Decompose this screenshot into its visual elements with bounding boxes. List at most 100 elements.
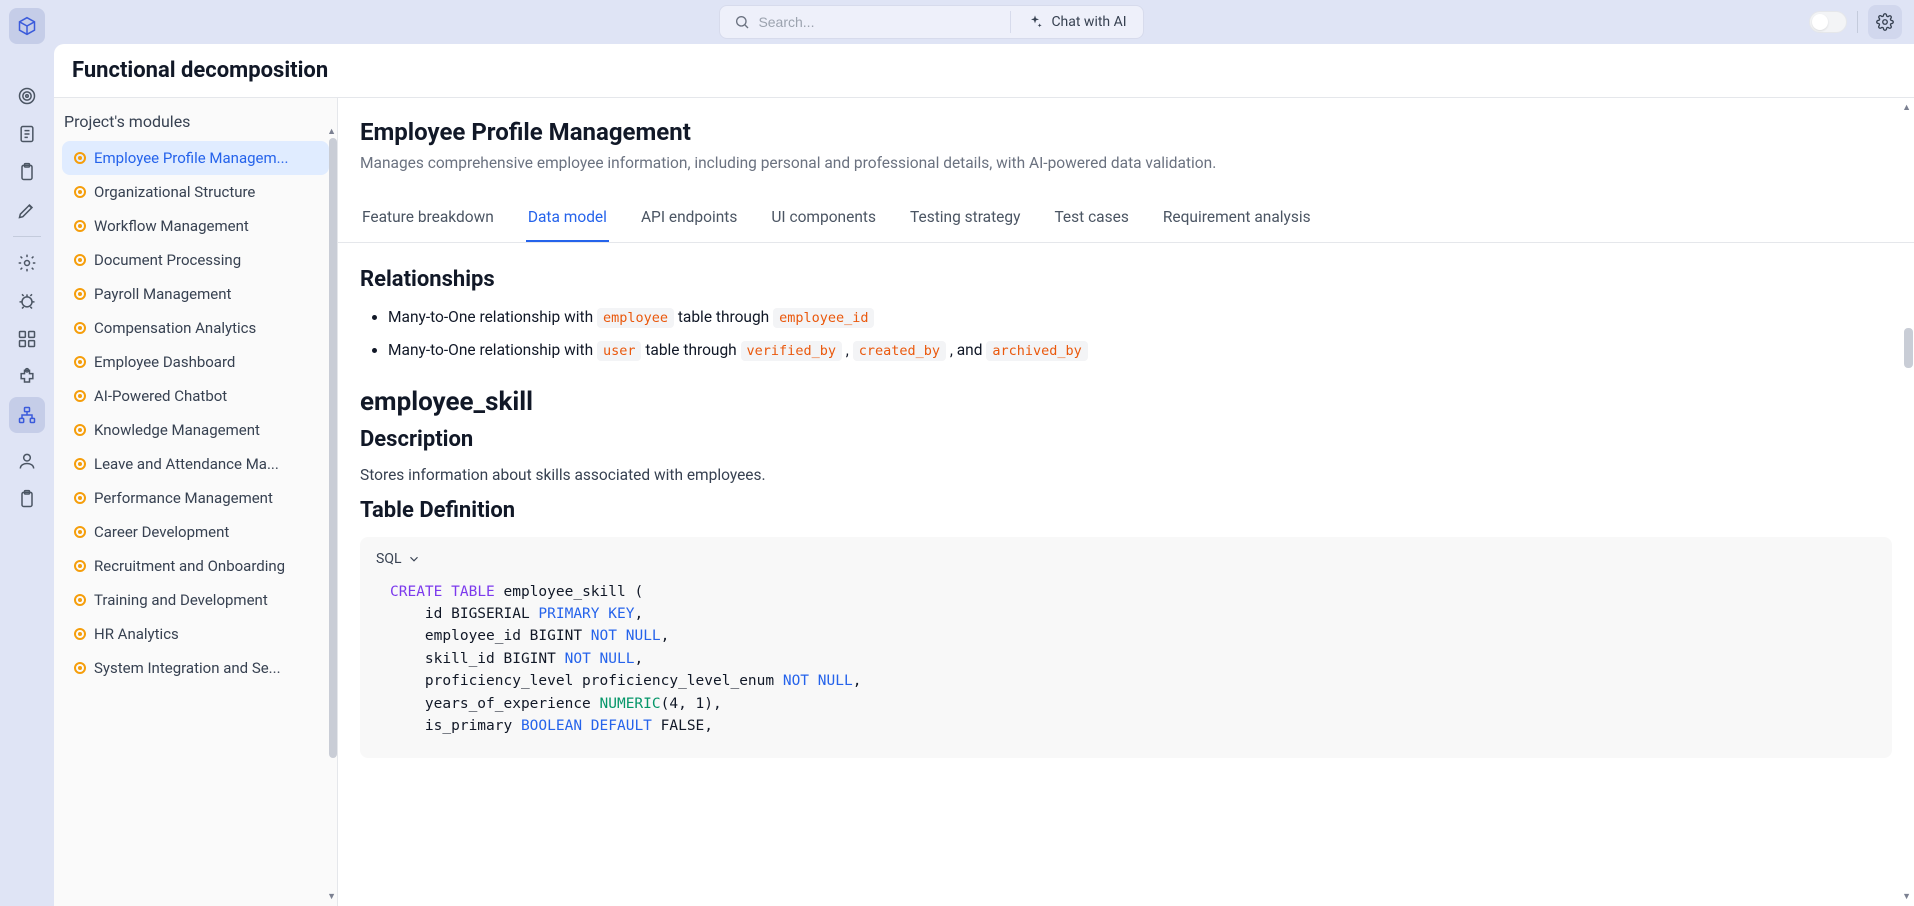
sidebar-scrollbar[interactable]	[329, 138, 337, 758]
module-label: Career Development	[94, 523, 229, 541]
tab-ui-components[interactable]: UI components	[769, 198, 878, 242]
module-item[interactable]: Training and Development	[62, 583, 329, 617]
relationship-item: Many-to-One relationship with user table…	[388, 339, 1892, 362]
module-label: Recruitment and Onboarding	[94, 557, 285, 575]
status-ring-icon	[74, 458, 86, 470]
status-ring-icon	[74, 560, 86, 572]
module-label: Performance Management	[94, 489, 273, 507]
rail-cube-icon[interactable]	[9, 8, 45, 44]
search-icon	[734, 14, 750, 30]
rail-target-icon[interactable]	[9, 78, 45, 114]
status-ring-icon	[74, 186, 86, 198]
gear-icon	[1876, 13, 1894, 31]
status-ring-icon	[74, 526, 86, 538]
relationships-heading: Relationships	[360, 267, 1892, 292]
module-title: Employee Profile Management	[360, 118, 1892, 146]
sql-code: CREATE TABLE employee_skill ( id BIGSERI…	[390, 581, 1876, 738]
modules-sidebar: Project's modules Employee Profile Manag…	[54, 98, 338, 906]
tab-data-model[interactable]: Data model	[526, 198, 609, 242]
module-label: Employee Profile Managem...	[94, 149, 289, 167]
tab-requirement-analysis[interactable]: Requirement analysis	[1161, 198, 1313, 242]
sidebar-title: Project's modules	[54, 98, 337, 141]
module-item[interactable]: HR Analytics	[62, 617, 329, 651]
icon-rail	[0, 0, 54, 906]
sparkle-icon	[1027, 14, 1043, 30]
topbar: Chat with AI	[54, 0, 1914, 44]
module-label: Organizational Structure	[94, 183, 255, 201]
settings-button[interactable]	[1868, 5, 1902, 39]
module-label: Workflow Management	[94, 217, 249, 235]
status-ring-icon	[74, 662, 86, 674]
status-ring-icon	[74, 152, 86, 164]
module-item[interactable]: Career Development	[62, 515, 329, 549]
tab-feature-breakdown[interactable]: Feature breakdown	[360, 198, 496, 242]
module-label: Compensation Analytics	[94, 319, 256, 337]
document-body: Relationships Many-to-One relationship w…	[338, 243, 1914, 798]
rail-user-icon[interactable]	[9, 443, 45, 479]
tab-test-cases[interactable]: Test cases	[1052, 198, 1130, 242]
rail-doc-icon[interactable]	[9, 116, 45, 152]
page-header: Functional decomposition	[54, 44, 1914, 98]
module-label: AI-Powered Chatbot	[94, 387, 227, 405]
module-item[interactable]: Organizational Structure	[62, 175, 329, 209]
module-item[interactable]: Employee Dashboard	[62, 345, 329, 379]
tabs: Feature breakdown Data model API endpoints…	[338, 198, 1914, 243]
module-item[interactable]: Document Processing	[62, 243, 329, 277]
module-label: Training and Development	[94, 591, 268, 609]
rail-paste-icon[interactable]	[9, 481, 45, 517]
module-label: HR Analytics	[94, 625, 179, 643]
theme-toggle[interactable]	[1809, 11, 1847, 33]
rail-bug-icon[interactable]	[9, 283, 45, 319]
rail-hierarchy-icon[interactable]	[9, 397, 45, 433]
detail-scroll-up-icon[interactable]: ▲	[1902, 102, 1911, 113]
rail-gear-icon[interactable]	[9, 245, 45, 281]
rail-puzzle-icon[interactable]	[9, 359, 45, 395]
module-label: Leave and Attendance Ma...	[94, 455, 279, 473]
search-group: Chat with AI	[719, 5, 1143, 39]
description-heading: Description	[360, 427, 1892, 452]
rail-modules-icon[interactable]	[9, 321, 45, 357]
module-item[interactable]: Employee Profile Managem...	[62, 141, 329, 175]
rail-clipboard-icon[interactable]	[9, 154, 45, 190]
module-item[interactable]: Knowledge Management	[62, 413, 329, 447]
description-text: Stores information about skills associat…	[360, 466, 1892, 484]
status-ring-icon	[74, 492, 86, 504]
module-label: System Integration and Se...	[94, 659, 281, 677]
status-ring-icon	[74, 356, 86, 368]
module-item[interactable]: Leave and Attendance Ma...	[62, 447, 329, 481]
tabledef-heading: Table Definition	[360, 498, 1892, 523]
relationship-item: Many-to-One relationship with employee t…	[388, 306, 1892, 329]
code-block: SQL CREATE TABLE employee_skill ( id BIG…	[360, 537, 1892, 758]
module-description: Manages comprehensive employee informati…	[360, 154, 1892, 172]
status-ring-icon	[74, 424, 86, 436]
chevron-down-icon	[407, 552, 421, 566]
module-item[interactable]: System Integration and Se...	[62, 651, 329, 685]
status-ring-icon	[74, 594, 86, 606]
chat-with-ai-button[interactable]: Chat with AI	[1011, 6, 1142, 38]
search-input[interactable]	[758, 14, 958, 30]
status-ring-icon	[74, 322, 86, 334]
module-label: Employee Dashboard	[94, 353, 235, 371]
module-item[interactable]: Workflow Management	[62, 209, 329, 243]
search-box[interactable]	[720, 6, 1010, 38]
module-label: Payroll Management	[94, 285, 231, 303]
tab-api-endpoints[interactable]: API endpoints	[639, 198, 739, 242]
module-label: Knowledge Management	[94, 421, 260, 439]
module-item[interactable]: Compensation Analytics	[62, 311, 329, 345]
scroll-up-icon[interactable]: ▲	[327, 126, 336, 137]
tab-testing-strategy[interactable]: Testing strategy	[908, 198, 1022, 242]
chat-ai-label: Chat with AI	[1051, 14, 1126, 30]
module-item[interactable]: Performance Management	[62, 481, 329, 515]
code-lang-selector[interactable]: SQL	[376, 551, 1876, 567]
module-item[interactable]: Recruitment and Onboarding	[62, 549, 329, 583]
status-ring-icon	[74, 628, 86, 640]
scroll-down-icon[interactable]: ▼	[327, 891, 336, 902]
detail-scrollbar[interactable]	[1904, 328, 1913, 368]
detail-scroll-down-icon[interactable]: ▼	[1902, 891, 1911, 902]
page-title: Functional decomposition	[72, 58, 1896, 83]
module-item[interactable]: AI-Powered Chatbot	[62, 379, 329, 413]
status-ring-icon	[74, 288, 86, 300]
rail-pen-icon[interactable]	[9, 192, 45, 228]
module-list[interactable]: Employee Profile Managem... Organizationa…	[54, 141, 337, 906]
module-item[interactable]: Payroll Management	[62, 277, 329, 311]
